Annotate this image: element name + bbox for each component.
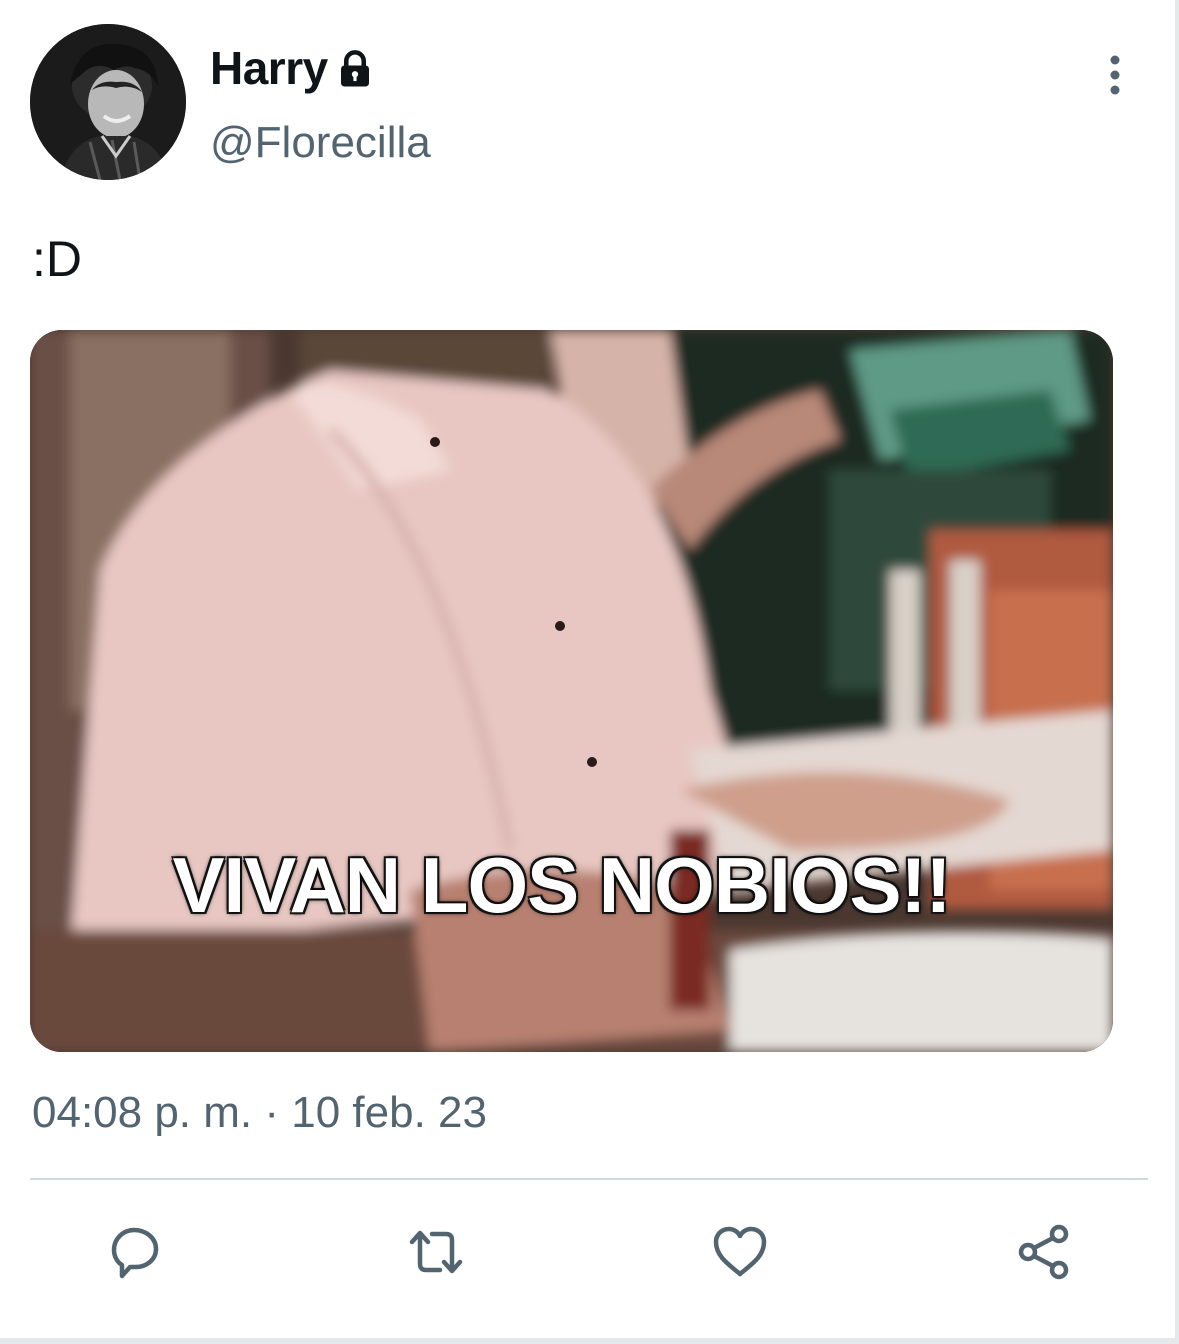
share-icon — [1018, 1224, 1069, 1280]
retweet-icon — [409, 1230, 463, 1274]
tweet-timestamp[interactable]: 04:08 p. m. · 10 feb. 23 — [32, 1088, 487, 1138]
media-caption: VIVAN LOS NOBIOS!! — [172, 841, 952, 929]
heart-icon — [713, 1226, 767, 1277]
more-vertical-icon[interactable] — [1098, 52, 1132, 98]
reply-button[interactable] — [102, 1220, 166, 1284]
author-display-name[interactable]: Harry — [210, 41, 328, 95]
media-photo — [30, 330, 1113, 1052]
author-name-row: Harry — [210, 38, 376, 98]
author-handle[interactable]: @Florecilla — [210, 118, 431, 168]
avatar-image — [30, 24, 186, 180]
share-button[interactable] — [1012, 1220, 1076, 1284]
frame-edge — [1175, 0, 1179, 1344]
tweet-text: :D — [32, 231, 82, 287]
author-avatar[interactable] — [30, 24, 186, 180]
actions-divider — [30, 1178, 1148, 1180]
tweet-media[interactable] — [30, 330, 1113, 1052]
like-button[interactable] — [708, 1220, 772, 1284]
reply-icon — [111, 1227, 159, 1279]
lock-icon — [340, 50, 369, 87]
retweet-button[interactable] — [404, 1220, 468, 1284]
frame-bottom — [0, 1338, 1179, 1344]
